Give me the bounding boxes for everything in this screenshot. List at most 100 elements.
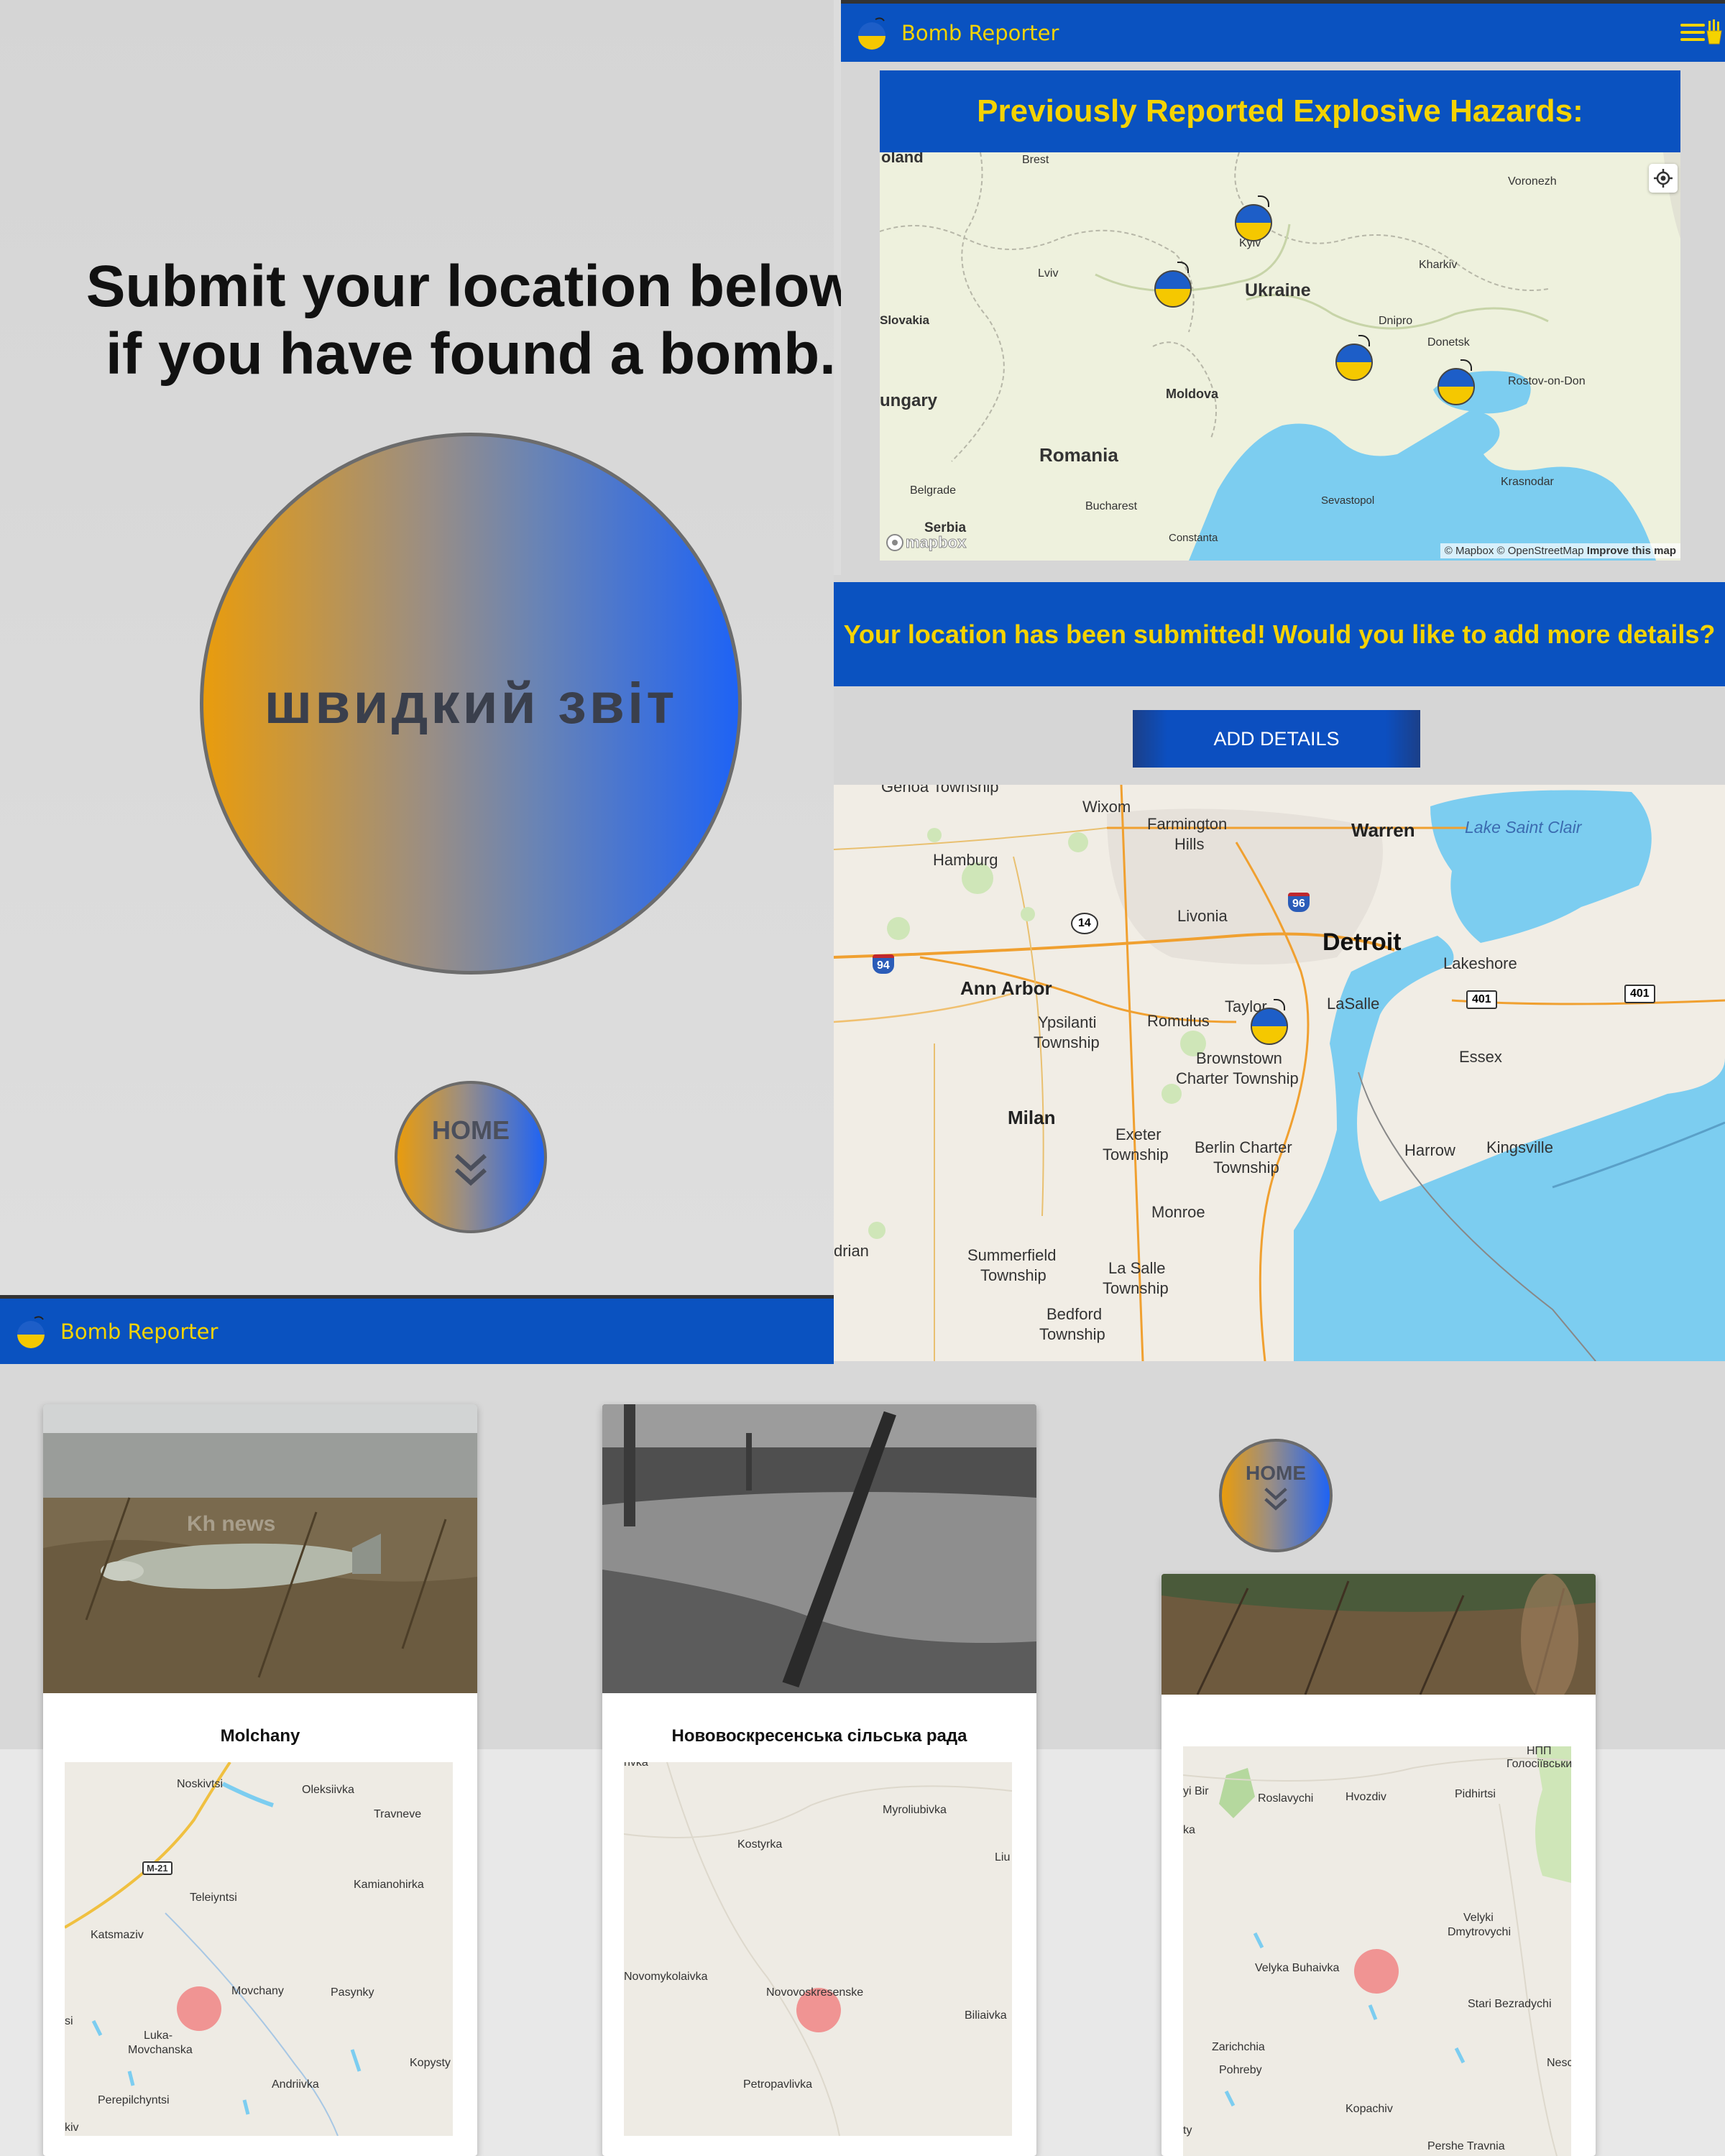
mini-map-canvas <box>624 1762 1012 2136</box>
hazards-title: Previously Reported Explosive Hazards: <box>880 70 1680 152</box>
mapbox-wordmark: mapbox <box>905 533 967 552</box>
map-label: Brownstown <box>1196 1049 1282 1067</box>
map-label: Kharkiv <box>1419 259 1458 271</box>
report-location-marker[interactable] <box>1354 1949 1399 1994</box>
home-button[interactable]: HOME <box>1219 1439 1333 1552</box>
map-label: Krasnodar <box>1501 476 1554 488</box>
hazards-map[interactable]: oland Brest Voronezh Kyiv Kharkiv Lviv U… <box>880 152 1680 561</box>
hamburger-menu-icon[interactable] <box>1680 24 1705 42</box>
page-heading: Submit your location below if you have f… <box>43 253 898 388</box>
map-label: Petropavlivka <box>743 2078 813 2091</box>
map-label: Kopachiv <box>1346 2103 1393 2115</box>
interstate-shield: 96 <box>1288 893 1310 912</box>
locate-me-icon[interactable] <box>1649 164 1678 193</box>
heading-line-2: if you have found a bomb. <box>106 321 836 387</box>
map-label: Lake Saint Clair <box>1465 818 1582 837</box>
report-title: Нововоскресенська сільська рада <box>671 1726 967 1746</box>
map-label: Harrow <box>1404 1141 1455 1159</box>
map-label: rivka <box>624 1762 648 1769</box>
location-map[interactable]: Genoa Township Wixom Farmington Hills Wa… <box>834 785 1725 1361</box>
map-label: Travneve <box>374 1808 422 1820</box>
report-map[interactable]: Myroliubivka Kostyrka Liu Novomykolaivka… <box>624 1762 1012 2136</box>
map-label: Township <box>1103 1146 1169 1164</box>
map-label: Ann Arbor <box>960 977 1052 999</box>
map-label: Constanta <box>1169 532 1218 544</box>
map-label: Bucharest <box>1085 500 1138 512</box>
map-label: Noskivtsi <box>177 1778 224 1790</box>
report-photo[interactable] <box>1162 1574 1596 1695</box>
map-label: drian <box>834 1242 869 1260</box>
report-card[interactable]: НПП Голосіївськи yi Bir Roslavychi Hvozd… <box>1162 1574 1596 2156</box>
map-label: Essex <box>1459 1048 1502 1066</box>
map-label: Charter Township <box>1176 1069 1299 1087</box>
submission-screen: Your location has been submitted! Would … <box>834 575 1725 1361</box>
map-label: Oleksiivka <box>302 1784 354 1796</box>
report-map[interactable]: Noskivtsi Oleksiivka Travneve M-21 Telei… <box>65 1762 453 2136</box>
map-label: Lakeshore <box>1443 954 1517 972</box>
bomb-marker-icon[interactable] <box>1154 262 1192 308</box>
bomb-marker-icon[interactable] <box>1335 335 1373 381</box>
report-card[interactable]: Kh news Molchany Noskivtsi Oleksiivka Tr… <box>43 1404 477 2156</box>
add-details-button[interactable]: ADD DETAILS <box>1133 710 1420 768</box>
map-label: Liu <box>995 1851 1011 1864</box>
map-label: Romania <box>1039 444 1118 466</box>
report-photo[interactable]: Kh news <box>43 1404 477 1693</box>
map-label: yi Bir <box>1183 1785 1209 1797</box>
map-label: Romulus <box>1147 1012 1210 1030</box>
map-label: Township <box>1103 1279 1169 1297</box>
home-label: HOME <box>432 1115 510 1145</box>
app-header: Bomb Reporter <box>841 0 1725 62</box>
map-label: Township <box>1039 1325 1105 1343</box>
map-label: La Salle <box>1108 1259 1166 1277</box>
bomb-photo <box>602 1404 1036 1693</box>
mapbox-logo[interactable]: mapbox <box>886 533 967 552</box>
highway-shield: M-21 <box>142 1861 172 1875</box>
map-label: Luka- <box>144 2030 173 2042</box>
map-label: НПП <box>1527 1746 1552 1757</box>
map-label: Hvozdiv <box>1346 1791 1386 1803</box>
report-location-marker[interactable] <box>177 1986 221 2031</box>
map-label: Wixom <box>1082 798 1131 816</box>
map-label: Kopysty <box>410 2057 451 2069</box>
map-label: Township <box>1034 1033 1100 1051</box>
app-brand[interactable]: Bomb Reporter <box>901 21 1059 45</box>
map-label: Movchany <box>231 1985 284 1997</box>
map-label: Myroliubivka <box>883 1804 947 1816</box>
improve-map-link[interactable]: Improve this map <box>1587 545 1676 557</box>
map-label: Kamianohirka <box>354 1879 424 1891</box>
map-label: Pasynky <box>331 1986 374 1999</box>
report-map[interactable]: НПП Голосіївськи yi Bir Roslavychi Hvozd… <box>1183 1746 1571 2156</box>
map-label: Velyki <box>1463 1912 1494 1924</box>
map-label: Pidhirtsi <box>1455 1788 1496 1800</box>
app-brand[interactable]: Bomb Reporter <box>60 1319 218 1344</box>
report-photo[interactable] <box>602 1404 1036 1693</box>
fries-icon <box>1706 19 1722 45</box>
bomb-photo <box>43 1404 477 1693</box>
home-button[interactable]: HOME <box>395 1081 547 1233</box>
map-label: ungary <box>880 391 938 410</box>
report-card[interactable]: Нововоскресенська сільська рада Myroliub… <box>602 1404 1036 2156</box>
home-label: HOME <box>1246 1462 1306 1484</box>
highway-shield: 401 <box>1624 985 1655 1003</box>
bomb-marker-icon[interactable] <box>1235 195 1272 241</box>
map-label: Stari Bezradychi <box>1468 1998 1552 2010</box>
attribution-text[interactable]: © Mapbox © OpenStreetMap <box>1445 545 1584 557</box>
highway-shield: 401 <box>1466 990 1497 1009</box>
map-label: Pershe Travnia <box>1427 2140 1505 2152</box>
map-label: si <box>65 2015 73 2027</box>
map-label: Kingsville <box>1486 1138 1553 1156</box>
map-label: Genoa Township <box>881 785 999 796</box>
map-label: Bedford <box>1046 1305 1103 1323</box>
bomb-marker-icon[interactable] <box>1438 359 1475 405</box>
map-label: Berlin Charter <box>1195 1138 1292 1156</box>
bomb-marker-icon[interactable] <box>1251 999 1288 1045</box>
map-label: Dnipro <box>1379 315 1413 327</box>
bomb-logo-icon[interactable] <box>854 15 890 51</box>
submitted-banner: Your location has been submitted! Would … <box>834 582 1725 686</box>
map-label: Livonia <box>1177 907 1228 925</box>
bomb-logo-icon[interactable] <box>13 1314 49 1350</box>
map-label: Hills <box>1174 835 1205 853</box>
map-label: Milan <box>1008 1107 1056 1128</box>
quick-report-button[interactable]: швидкий звіт <box>200 433 742 975</box>
route-shield: 14 <box>1071 913 1098 934</box>
